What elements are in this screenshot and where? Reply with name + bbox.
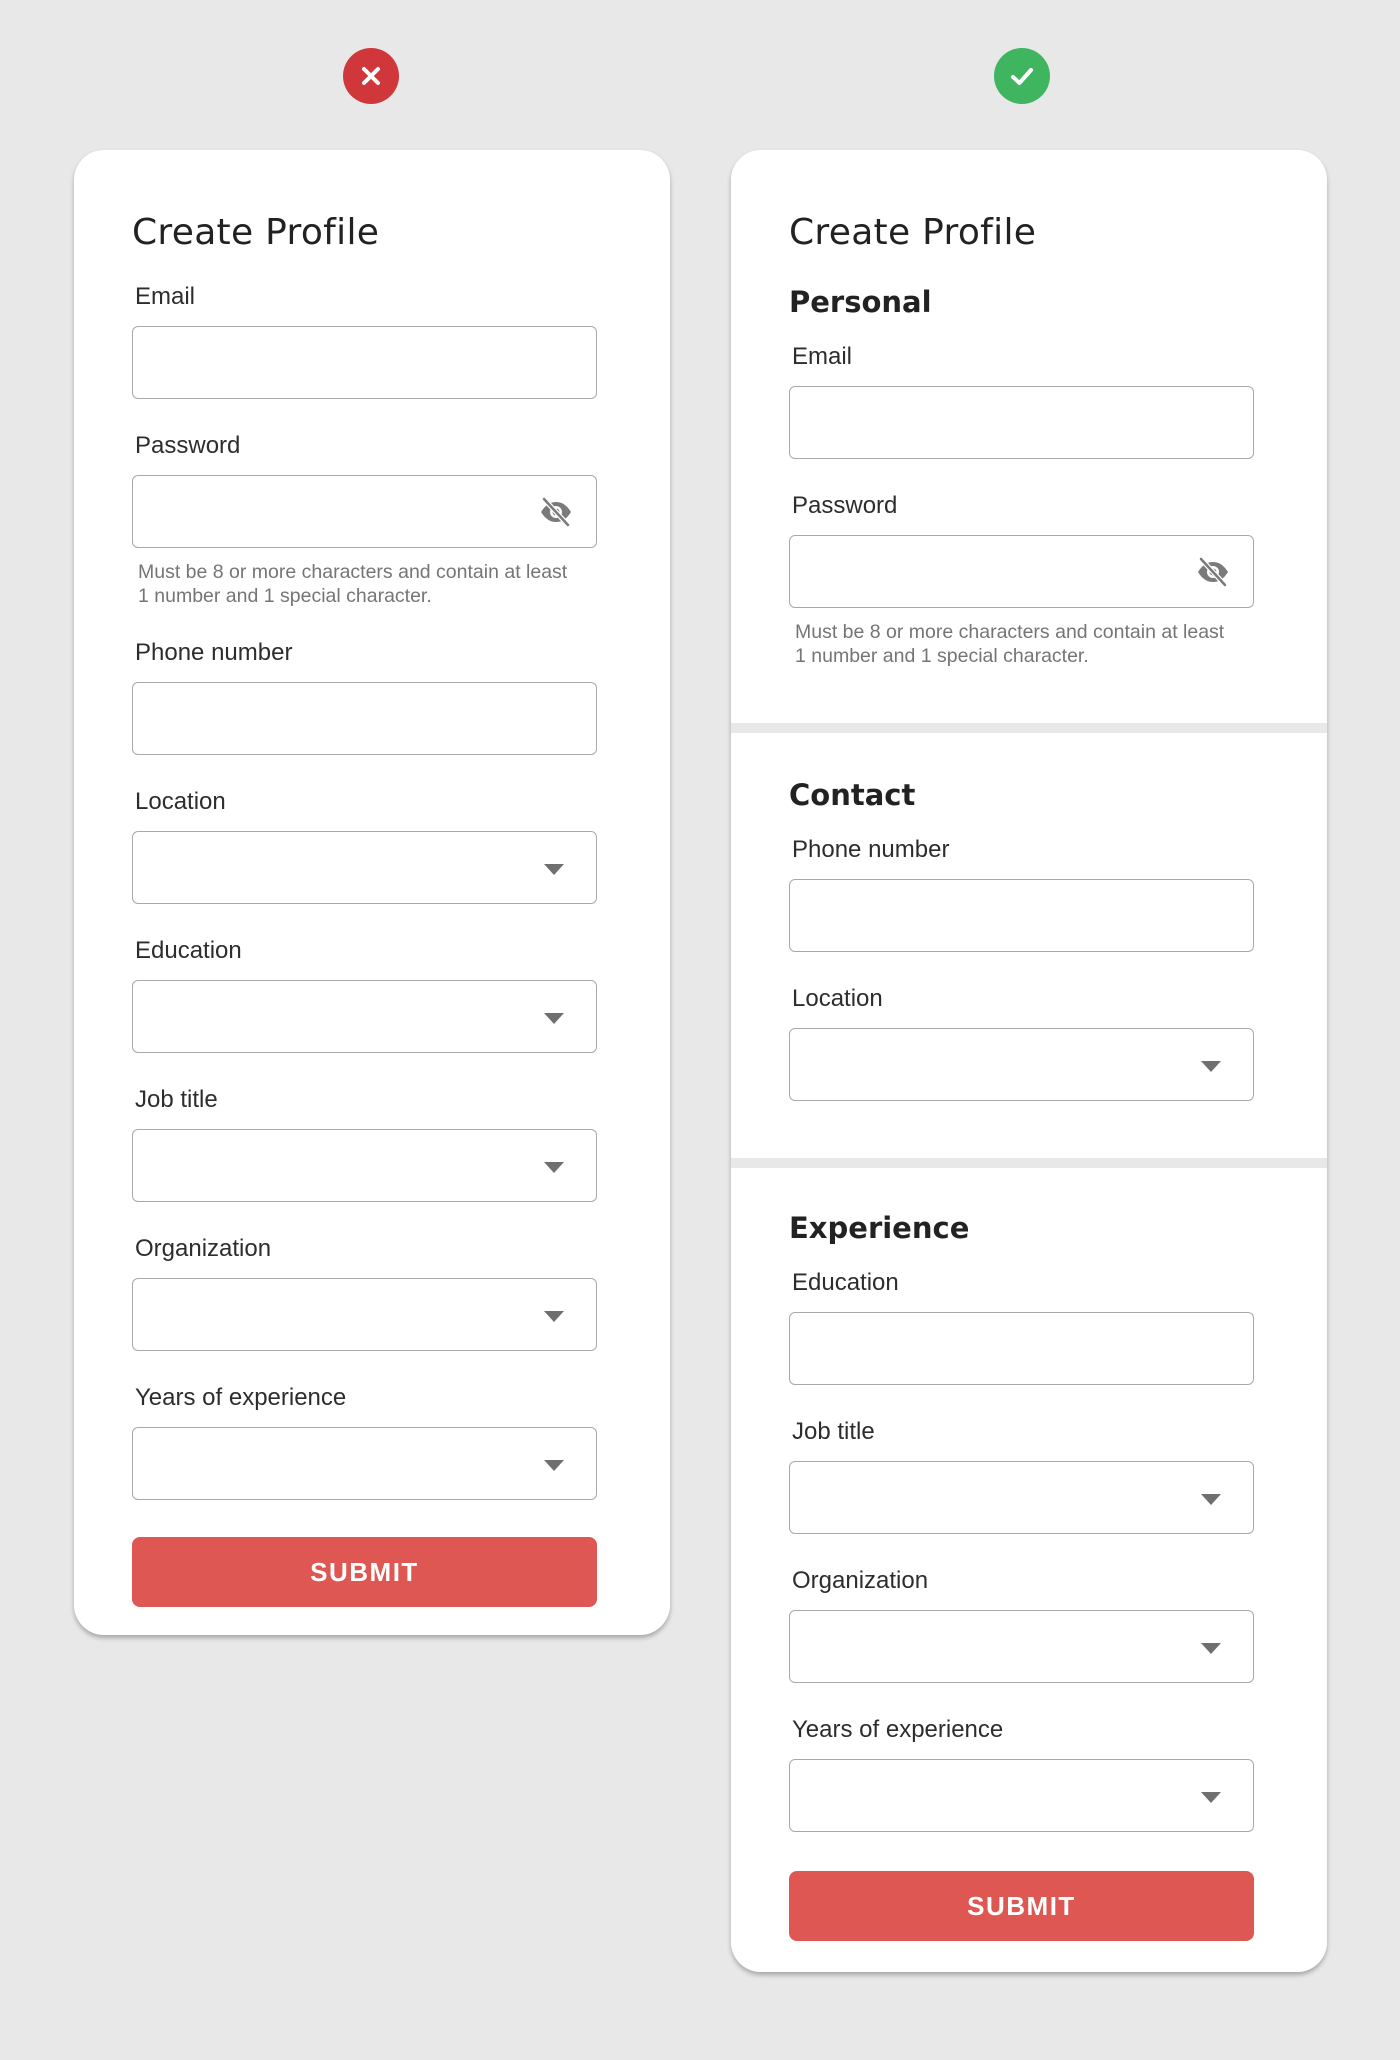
phone-field-group: Phone number	[132, 638, 598, 755]
section-heading-contact: Contact	[789, 778, 916, 812]
phone-label: Phone number	[135, 639, 293, 666]
email-field[interactable]	[133, 327, 596, 398]
personal-section: Create Profile Personal Email Password M…	[731, 150, 1327, 723]
experience-section: Experience Education Job title Organizat…	[731, 1168, 1327, 1972]
chevron-down-icon	[544, 1162, 564, 1173]
submit-button[interactable]: SUBMIT	[789, 1871, 1254, 1941]
organization-label: Organization	[792, 1567, 929, 1594]
years-experience-select[interactable]	[132, 1427, 597, 1500]
chevron-down-icon	[1201, 1792, 1221, 1803]
email-field-group: Email	[789, 342, 1327, 459]
education-label: Education	[135, 937, 242, 964]
job-title-select[interactable]	[132, 1129, 597, 1202]
password-label: Password	[792, 492, 898, 519]
education-label: Education	[792, 1269, 899, 1296]
comparison-page: Create Profile Email Password Must be 8 …	[0, 0, 1400, 2060]
good-example-card: Create Profile Personal Email Password M…	[731, 150, 1327, 1972]
phone-field-group: Phone number	[789, 835, 1327, 952]
job-title-select[interactable]	[789, 1461, 1254, 1534]
phone-input[interactable]	[132, 682, 597, 755]
password-hint: Must be 8 or more characters and contain…	[795, 621, 1225, 667]
page-title: Create Profile	[789, 212, 1037, 253]
section-heading-personal: Personal	[789, 285, 932, 319]
section-divider	[731, 1158, 1327, 1168]
years-experience-field-group: Years of experience	[132, 1383, 598, 1500]
organization-label: Organization	[135, 1235, 272, 1262]
job-title-field-group: Job title	[789, 1417, 1327, 1534]
chevron-down-icon	[1201, 1643, 1221, 1654]
eye-off-icon[interactable]	[1195, 556, 1231, 588]
education-field-group: Education	[132, 936, 598, 1053]
organization-select[interactable]	[789, 1610, 1254, 1683]
location-select[interactable]	[789, 1028, 1254, 1101]
organization-field-group: Organization	[789, 1566, 1327, 1683]
chevron-down-icon	[1201, 1061, 1221, 1072]
education-field-group: Education	[789, 1268, 1327, 1385]
password-input[interactable]	[789, 535, 1254, 608]
location-select[interactable]	[132, 831, 597, 904]
organization-field-group: Organization	[132, 1234, 598, 1351]
password-field[interactable]	[790, 536, 1253, 607]
job-title-field-group: Job title	[132, 1085, 598, 1202]
chevron-down-icon	[544, 1460, 564, 1471]
section-heading-experience: Experience	[789, 1211, 970, 1245]
education-input[interactable]	[789, 1312, 1254, 1385]
years-experience-field-group: Years of experience	[789, 1715, 1327, 1832]
email-input[interactable]	[132, 326, 597, 399]
password-input[interactable]	[132, 475, 597, 548]
education-field[interactable]	[790, 1313, 1253, 1384]
password-field-group: Password Must be 8 or more characters an…	[132, 431, 598, 608]
years-experience-label: Years of experience	[135, 1384, 347, 1411]
job-title-label: Job title	[135, 1086, 218, 1113]
password-field-group: Password Must be 8 or more characters an…	[789, 491, 1327, 668]
password-hint: Must be 8 or more characters and contain…	[138, 561, 568, 607]
eye-off-icon[interactable]	[538, 496, 574, 528]
job-title-label: Job title	[792, 1418, 875, 1445]
location-label: Location	[792, 985, 883, 1012]
email-field-group: Email	[132, 282, 598, 399]
location-field-group: Location	[789, 984, 1327, 1101]
email-label: Email	[792, 343, 853, 370]
bad-example-card: Create Profile Email Password Must be 8 …	[74, 150, 670, 1635]
submit-button[interactable]: SUBMIT	[132, 1537, 597, 1607]
contact-section: Contact Phone number Location	[731, 733, 1327, 1158]
chevron-down-icon	[544, 864, 564, 875]
email-field[interactable]	[790, 387, 1253, 458]
years-experience-select[interactable]	[789, 1759, 1254, 1832]
password-label: Password	[135, 432, 241, 459]
years-experience-label: Years of experience	[792, 1716, 1004, 1743]
phone-input[interactable]	[789, 879, 1254, 952]
chevron-down-icon	[544, 1311, 564, 1322]
email-input[interactable]	[789, 386, 1254, 459]
chevron-down-icon	[1201, 1494, 1221, 1505]
organization-select[interactable]	[132, 1278, 597, 1351]
location-label: Location	[135, 788, 226, 815]
phone-field[interactable]	[790, 880, 1253, 951]
password-field[interactable]	[133, 476, 596, 547]
phone-field[interactable]	[133, 683, 596, 754]
phone-label: Phone number	[792, 836, 950, 863]
education-select[interactable]	[132, 980, 597, 1053]
chevron-down-icon	[544, 1013, 564, 1024]
location-field-group: Location	[132, 787, 598, 904]
email-label: Email	[135, 283, 196, 310]
section-divider	[731, 723, 1327, 733]
page-title: Create Profile	[132, 212, 380, 253]
check-mark-icon	[994, 48, 1050, 104]
x-mark-icon	[343, 48, 399, 104]
